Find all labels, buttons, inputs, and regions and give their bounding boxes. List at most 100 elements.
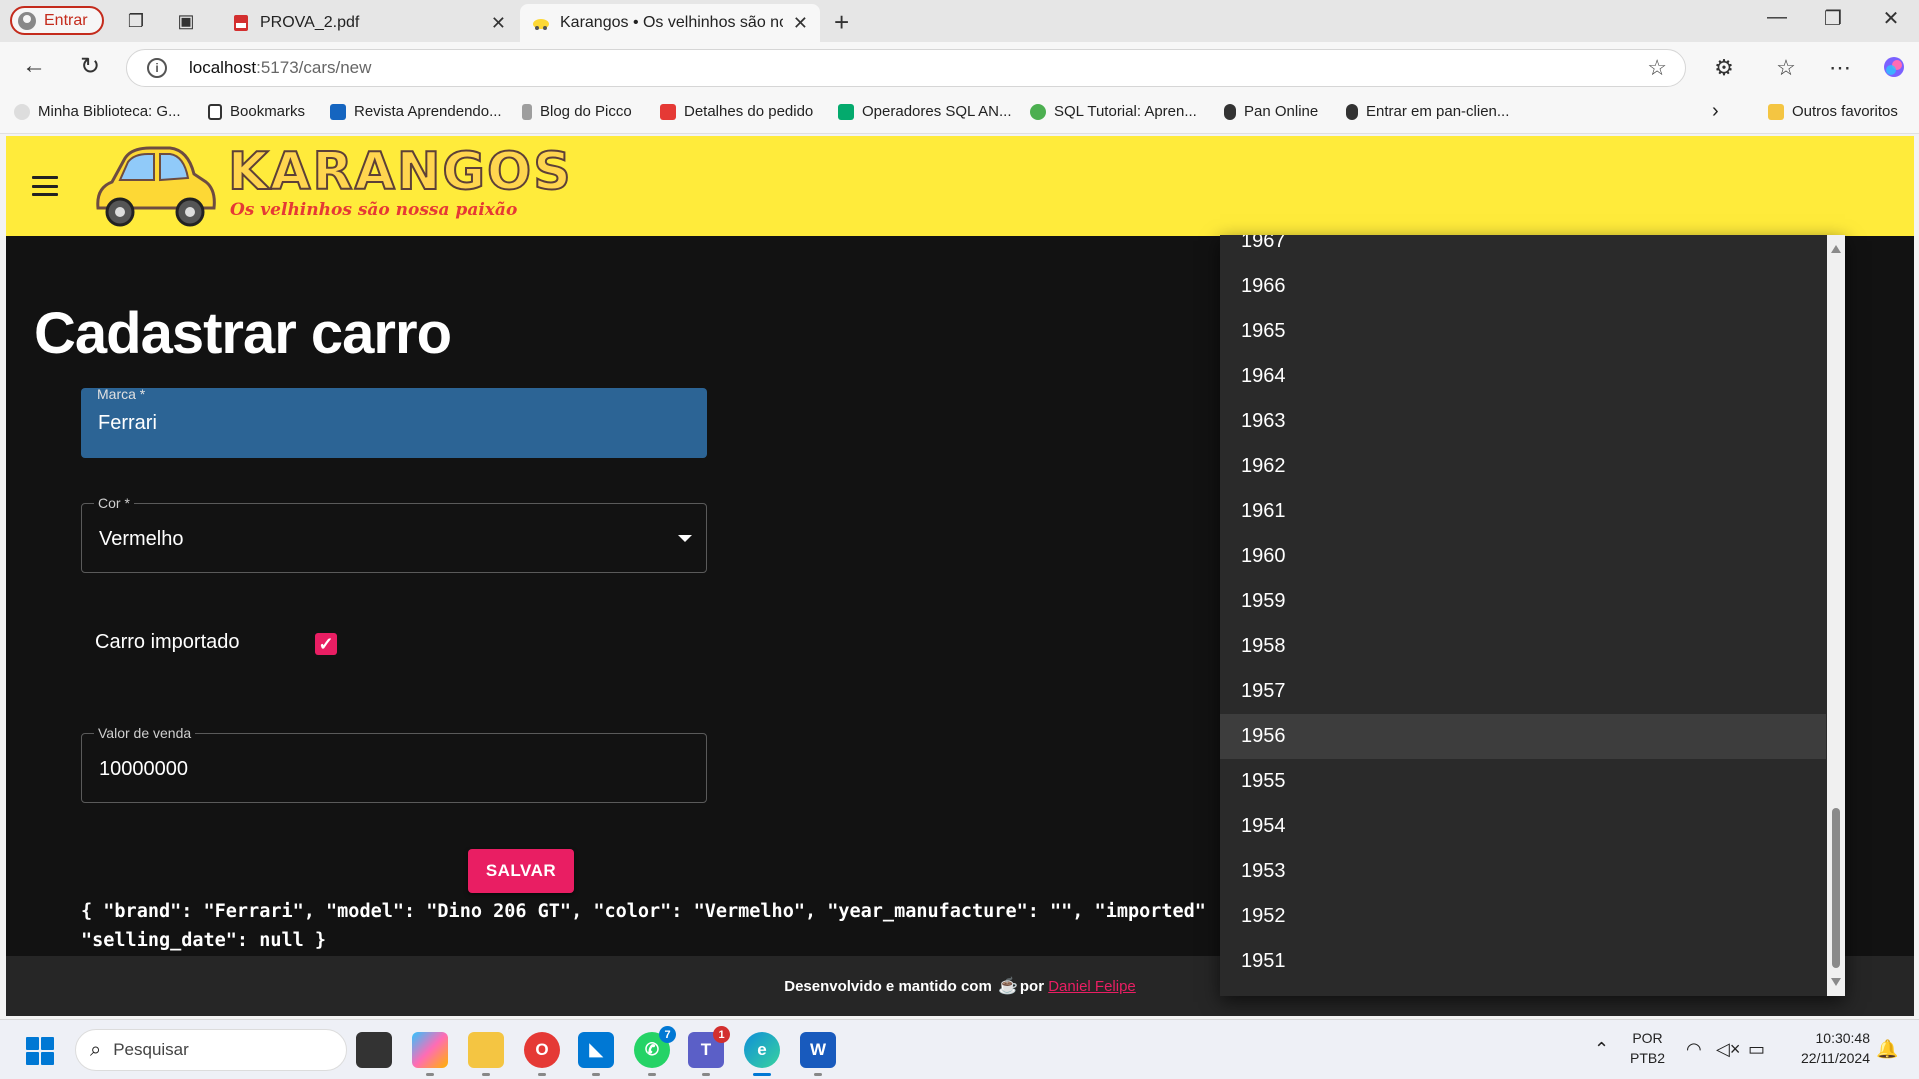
chevron-right-icon[interactable]: › [1712, 100, 1719, 123]
tab-title: Karangos • Os velhinhos são nossa paixão [560, 14, 783, 31]
bookmark-item[interactable]: Operadores SQL AN... [838, 103, 1012, 120]
cloud-icon [14, 103, 30, 120]
restore-icon[interactable]: ❐ [1818, 6, 1848, 31]
year-option[interactable]: 1966 [1220, 264, 1826, 309]
other-favorites-folder[interactable]: Outros favoritos [1768, 103, 1898, 120]
clock[interactable]: 10:30:48 22/11/2024 [1786, 1028, 1870, 1068]
teams-icon[interactable]: T 1 [688, 1026, 730, 1076]
year-option[interactable]: 1961 [1220, 489, 1826, 534]
close-tab-icon[interactable]: ✕ [491, 13, 506, 34]
taskbar: ⌕ Pesquisar O ◣ ✆ 7 T 1 e W ⌃ POR PTB2 ◠ … [0, 1019, 1919, 1079]
minimize-icon[interactable]: — [1762, 6, 1792, 29]
opera-icon[interactable]: O [524, 1032, 560, 1076]
w3-icon [838, 103, 854, 120]
volume-muted-icon[interactable]: ◁× [1716, 1039, 1740, 1060]
car-logo-icon [96, 146, 216, 227]
bookmark-item[interactable]: Detalhes do pedido [660, 103, 813, 120]
whatsapp-icon[interactable]: ✆ 7 [634, 1026, 676, 1076]
author-link[interactable]: Daniel Felipe [1048, 978, 1136, 995]
favorites-icon[interactable]: ☆ [1772, 55, 1800, 81]
year-option[interactable]: 1951 [1220, 939, 1826, 984]
edge-icon[interactable]: e [744, 1032, 780, 1076]
reload-icon[interactable]: ↻ [74, 52, 106, 81]
profile-button[interactable]: Entrar [10, 6, 104, 35]
year-option[interactable]: 1954 [1220, 804, 1826, 849]
taskbar-search[interactable]: ⌕ Pesquisar [75, 1029, 347, 1071]
site-info-icon[interactable]: i [147, 58, 167, 78]
bookmark-item[interactable]: Bookmarks [208, 103, 305, 120]
brand-value: Ferrari [98, 412, 157, 434]
price-field[interactable]: Valor de venda 10000000 [81, 725, 707, 803]
windows-start-icon[interactable] [26, 1037, 54, 1065]
save-button[interactable]: SALVAR [468, 849, 574, 893]
back-icon[interactable]: ← [18, 52, 50, 80]
address-bar-row: ← ↻ i localhost:5173/cars/new ☆ ⚙ ☆ ⋯ [0, 42, 1919, 94]
bookmark-item[interactable]: Revista Aprendendo... [330, 103, 502, 120]
menu-icon[interactable] [32, 176, 58, 196]
folder-icon [1768, 103, 1784, 120]
brand-field[interactable]: Marca * Ferrari [81, 386, 707, 458]
battery-icon[interactable]: ▭ [1748, 1039, 1765, 1060]
page-title: Cadastrar carro [34, 301, 452, 366]
task-view-icon[interactable] [356, 1032, 392, 1068]
year-option[interactable]: 1953 [1220, 849, 1826, 894]
word-icon[interactable]: W [800, 1032, 836, 1076]
brand-label: Marca * [97, 386, 146, 402]
imported-checkbox[interactable]: ✓ [315, 633, 337, 655]
bookmarks-bar: Minha Biblioteca: G... Bookmarks Revista… [0, 94, 1919, 134]
address-bar[interactable]: i localhost:5173/cars/new ☆ [126, 49, 1686, 87]
teams-badge: 1 [713, 1026, 730, 1043]
year-option[interactable]: 1955 [1220, 759, 1826, 804]
extensions-icon[interactable]: ⚙ [1710, 55, 1738, 81]
vertical-tabs-icon[interactable]: ▣ [174, 9, 198, 33]
year-option[interactable]: 1963 [1220, 399, 1826, 444]
year-option[interactable]: 1958 [1220, 624, 1826, 669]
year-option[interactable]: 1960 [1220, 534, 1826, 579]
year-option[interactable]: 1962 [1220, 444, 1826, 489]
favorite-star-icon[interactable]: ☆ [1647, 55, 1667, 81]
scroll-thumb[interactable] [1832, 808, 1840, 968]
bookmark-item[interactable]: Pan Online [1224, 103, 1318, 120]
year-option[interactable]: 1965 [1220, 309, 1826, 354]
vscode-icon[interactable]: ◣ [578, 1032, 614, 1076]
shop-icon [660, 103, 676, 120]
imported-label: Carro importado [95, 631, 240, 653]
notifications-icon[interactable]: 🔔 [1876, 1039, 1898, 1060]
browser-tab-strip: Entrar ❐ ▣ PROVA_2.pdf ✕ Karangos • Os v… [0, 0, 1919, 42]
price-label: Valor de venda [94, 725, 196, 741]
profile-label: Entrar [44, 11, 88, 29]
bookmark-item[interactable]: Entrar em pan-clien... [1346, 103, 1509, 120]
bookmark-item[interactable]: SQL Tutorial: Apren... [1030, 103, 1197, 120]
show-hidden-icons-icon[interactable]: ⌃ [1594, 1039, 1609, 1060]
year-option[interactable]: 1967 [1220, 235, 1826, 264]
tab-pdf[interactable]: PROVA_2.pdf ✕ [220, 4, 518, 42]
copilot-icon[interactable] [1880, 55, 1908, 85]
workspaces-icon[interactable]: ❐ [124, 9, 148, 33]
bookmark-item[interactable]: Blog do Picco [522, 103, 632, 120]
year-option[interactable]: 1956 [1220, 714, 1826, 759]
keyboard-language[interactable]: POR PTB2 [1630, 1028, 1665, 1068]
scroll-up-icon[interactable] [1831, 245, 1841, 253]
color-select[interactable]: Cor * Vermelho [81, 495, 707, 573]
close-window-icon[interactable]: ✕ [1876, 6, 1906, 31]
year-option[interactable]: 1952 [1220, 894, 1826, 939]
wifi-icon[interactable]: ◠ [1686, 1039, 1702, 1060]
bookmark-item[interactable]: Minha Biblioteca: G... [14, 103, 181, 120]
pan-icon [1346, 103, 1358, 120]
year-option[interactable]: 1957 [1220, 669, 1826, 714]
coffee-icon: ☕ [997, 978, 1018, 995]
year-option[interactable]: 1959 [1220, 579, 1826, 624]
copilot-app-icon[interactable] [412, 1032, 448, 1076]
more-icon[interactable]: ⋯ [1826, 55, 1854, 81]
scroll-down-icon[interactable] [1831, 978, 1841, 986]
price-value: 10000000 [99, 758, 188, 780]
year-option[interactable]: 1964 [1220, 354, 1826, 399]
scrollbar[interactable] [1827, 235, 1845, 996]
logo-subtitle: Os velhinhos são nossa paixão [230, 200, 518, 220]
tab-karangos[interactable]: Karangos • Os velhinhos são nossa paixão… [520, 4, 820, 42]
year-dropdown-menu[interactable]: 1967 1966 1965 1964 1963 1962 1961 1960 1959 1958… [1220, 235, 1845, 996]
new-tab-icon[interactable]: + [834, 7, 849, 38]
logo[interactable]: KARANGOS Os velhinhos são nossa paixão [90, 138, 572, 234]
file-explorer-icon[interactable] [468, 1032, 504, 1076]
close-tab-icon[interactable]: ✕ [793, 13, 808, 34]
